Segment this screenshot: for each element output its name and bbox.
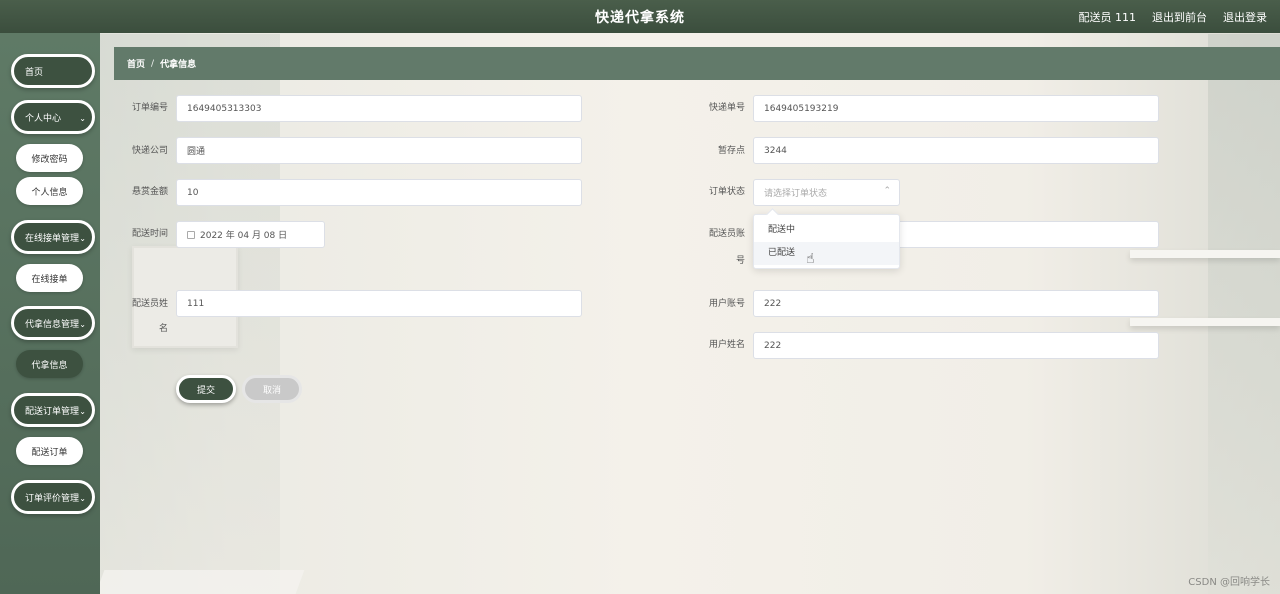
sidebar-item-label: 在线接单管理 bbox=[25, 233, 80, 244]
calendar-icon bbox=[187, 230, 195, 239]
courier-name-label-1: 配送员姓 bbox=[131, 299, 168, 309]
chevron-down-icon: ⌄ bbox=[79, 320, 86, 329]
breadcrumb-current: 代拿信息 bbox=[160, 60, 197, 70]
breadcrumb-separator: / bbox=[151, 58, 155, 69]
sidebar-item-pickup-info-mgmt[interactable]: 代拿信息管理 ⌄ bbox=[11, 306, 95, 340]
chevron-up-icon: ⌃ bbox=[883, 186, 891, 196]
sidebar-item-online-orders-mgmt[interactable]: 在线接单管理 ⌄ bbox=[11, 220, 95, 254]
sidebar-item-label: 首页 bbox=[25, 67, 44, 78]
sidebar-item-label: 代拿信息管理 bbox=[25, 319, 80, 330]
background-shelf bbox=[1130, 250, 1280, 258]
sidebar-item-personal-center[interactable]: 个人中心 ⌄ bbox=[11, 100, 95, 134]
tracking-no-field[interactable]: 1649405193219 bbox=[753, 95, 1159, 122]
sidebar-item-label: 订单评价管理 bbox=[25, 493, 80, 504]
storage-field[interactable]: 3244 bbox=[753, 137, 1159, 164]
watermark: CSDN @回响学长 bbox=[1188, 577, 1270, 588]
status-placeholder: 请选择订单状态 bbox=[764, 189, 828, 199]
app-title: 快递代拿系统 bbox=[595, 9, 685, 26]
sidebar-subitem-delivery-orders[interactable]: 配送订单 bbox=[16, 437, 83, 465]
sidebar-subitem-personal-info[interactable]: 个人信息 bbox=[16, 177, 83, 205]
exit-front-link[interactable]: 退出到前台 bbox=[1152, 9, 1207, 25]
user-account-label: 用户账号 bbox=[708, 299, 745, 309]
sidebar-item-order-review-mgmt[interactable]: 订单评价管理 ⌄ bbox=[11, 480, 95, 514]
status-select[interactable]: 请选择订单状态 ⌃ bbox=[753, 179, 900, 206]
status-option-label: 已配送 bbox=[768, 248, 796, 258]
delivery-time-value: 2022 年 04 月 08 日 bbox=[200, 231, 288, 241]
courier-name-label-2: 名 bbox=[158, 324, 168, 334]
cancel-button[interactable]: 取消 bbox=[242, 375, 302, 403]
current-user: 配送员 111 bbox=[1078, 10, 1137, 24]
breadcrumb-home[interactable]: 首页 bbox=[127, 57, 145, 70]
courier-field[interactable]: 圆通 bbox=[176, 137, 582, 164]
background-shelf bbox=[1130, 318, 1280, 326]
tracking-no-label: 快递单号 bbox=[708, 103, 745, 113]
status-label: 订单状态 bbox=[708, 187, 745, 197]
user-name-field[interactable]: 222 bbox=[753, 332, 1159, 359]
pointer-cursor-icon: ☝ bbox=[806, 251, 815, 267]
user-account-field[interactable]: 222 bbox=[753, 290, 1159, 317]
courier-name-field[interactable]: 111 bbox=[176, 290, 582, 317]
order-no-field[interactable]: 1649405313303 bbox=[176, 95, 582, 122]
breadcrumb: 首页 / 代拿信息 bbox=[114, 47, 1280, 80]
courier-label: 快递公司 bbox=[131, 146, 168, 156]
order-no-label: 订单编号 bbox=[131, 103, 168, 113]
chevron-down-icon: ⌄ bbox=[79, 234, 86, 243]
status-option-delivered[interactable]: 已配送 ☝ bbox=[754, 242, 899, 267]
reward-field[interactable]: 10 bbox=[176, 179, 582, 206]
status-dropdown: 配送中 已配送 ☝ bbox=[753, 214, 900, 269]
courier-account-label-2: 号 bbox=[735, 256, 745, 266]
header-actions: 配送员 111 退出到前台 退出登录 bbox=[1079, 0, 1268, 33]
top-header: 快递代拿系统 配送员 111 退出到前台 退出登录 bbox=[0, 0, 1280, 33]
storage-label: 暂存点 bbox=[717, 146, 745, 156]
sidebar-subitem-pickup-info[interactable]: 代拿信息 bbox=[16, 350, 83, 378]
delivery-time-picker[interactable]: 2022 年 04 月 08 日 bbox=[176, 221, 325, 248]
sidebar-item-label: 个人中心 bbox=[25, 113, 62, 124]
logout-link[interactable]: 退出登录 bbox=[1223, 9, 1267, 25]
reward-label: 悬赏金额 bbox=[131, 187, 168, 197]
status-option-delivering[interactable]: 配送中 bbox=[754, 219, 899, 242]
sidebar-item-label: 配送订单管理 bbox=[25, 406, 80, 417]
user-name-label: 用户姓名 bbox=[708, 340, 745, 350]
background-wall-right bbox=[1208, 34, 1280, 594]
chevron-down-icon: ⌄ bbox=[79, 494, 86, 503]
sidebar-item-home[interactable]: 首页 bbox=[11, 54, 95, 88]
sidebar-subitem-change-password[interactable]: 修改密码 bbox=[16, 144, 83, 172]
courier-account-label-1: 配送员账 bbox=[708, 229, 745, 239]
chevron-down-icon: ⌄ bbox=[79, 407, 86, 416]
sidebar-item-delivery-orders-mgmt[interactable]: 配送订单管理 ⌄ bbox=[11, 393, 95, 427]
sidebar-subitem-online-orders[interactable]: 在线接单 bbox=[16, 264, 83, 292]
background-floor bbox=[95, 570, 305, 594]
submit-button[interactable]: 提交 bbox=[176, 375, 236, 403]
chevron-down-icon: ⌄ bbox=[79, 114, 86, 123]
delivery-time-label: 配送时间 bbox=[131, 229, 168, 239]
